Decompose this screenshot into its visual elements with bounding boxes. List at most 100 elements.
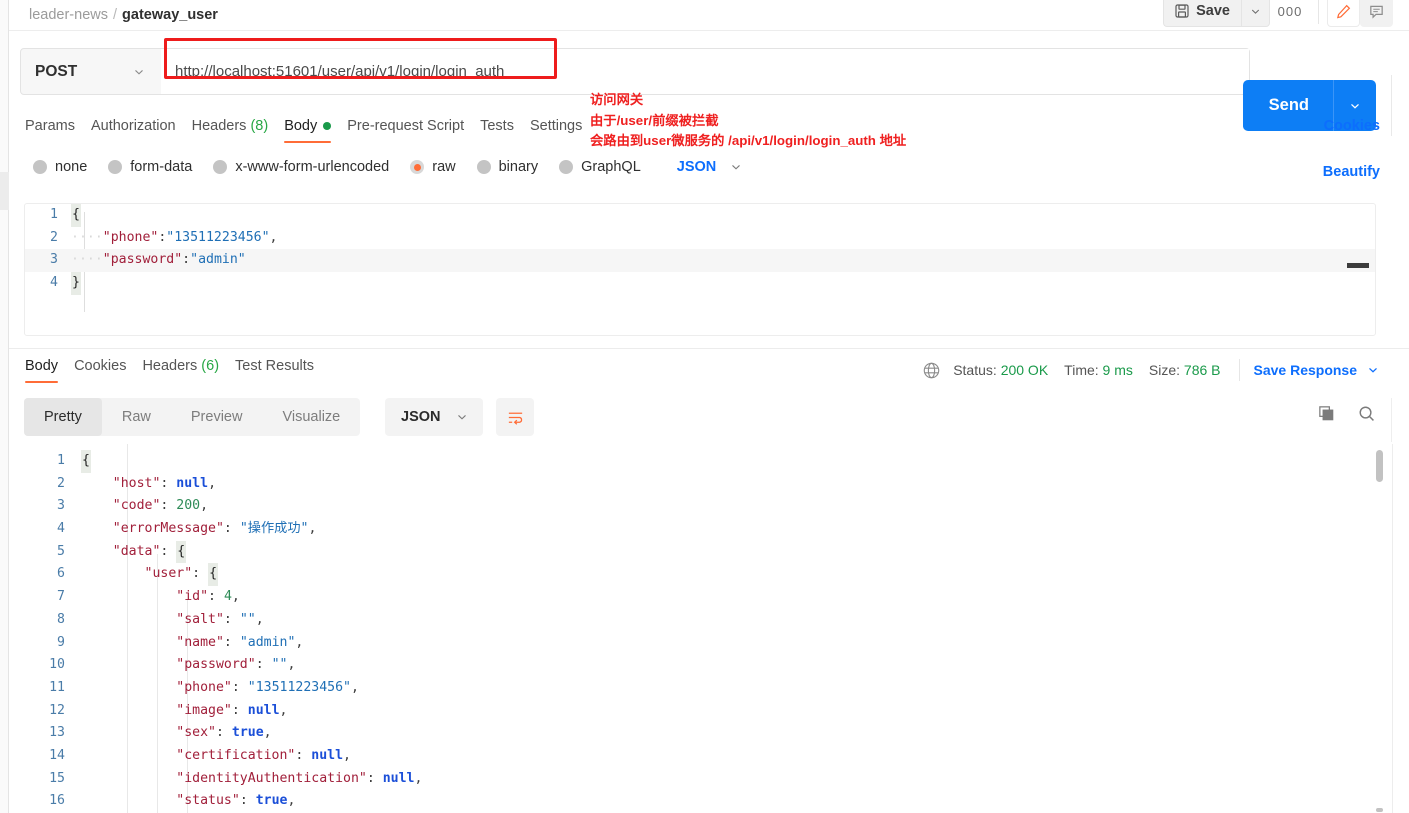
code-line: 2 ····"phone":"13511223456", (25, 227, 1375, 250)
line-text: ····"password":"admin" (71, 252, 246, 268)
response-tab-headers[interactable]: Headers (6) (142, 352, 235, 386)
line-text: "code": 200, (112, 498, 209, 514)
code-line: 13 "sex": true, (9, 722, 422, 745)
line-text: "name": "admin", (176, 634, 304, 650)
word-wrap-button[interactable] (496, 398, 534, 436)
radio-graphql[interactable]: GraphQL (559, 159, 641, 175)
breadcrumb-current[interactable]: gateway_user (122, 7, 218, 23)
view-mode-pretty[interactable]: Pretty (24, 398, 102, 436)
line-number: 2 (57, 475, 65, 491)
url-input[interactable]: http://localhost:51601/user/api/v1/login… (161, 49, 1249, 94)
save-button[interactable]: Save (1163, 0, 1241, 27)
chevron-down-icon (132, 65, 146, 79)
radio-form-data[interactable]: form-data (108, 159, 192, 175)
radio-raw[interactable]: raw (410, 159, 456, 175)
tab-label: Settings (529, 118, 583, 134)
radio-dot-icon (559, 160, 574, 174)
request-body-editor[interactable]: 1 { 2 ····"phone":"13511223456", 3 ····"… (24, 203, 1376, 336)
line-text: "id": 4, (176, 589, 240, 605)
code-line: 9 "name": "admin", (9, 632, 422, 655)
collapsed-sidebar[interactable] (0, 0, 9, 813)
response-tab-body[interactable]: Body (25, 352, 74, 386)
radio-dot-icon (410, 160, 425, 174)
line-text: { (71, 204, 81, 227)
request-editor-scrollbar[interactable] (1347, 263, 1369, 268)
line-number: 16 (49, 793, 65, 809)
tab-label: Body (284, 118, 318, 134)
save-response-button[interactable]: Save Response (1254, 362, 1381, 378)
line-text: "status": true, (176, 793, 296, 809)
search-icon[interactable] (1357, 404, 1376, 423)
line-number: 3 (57, 498, 65, 514)
tab-body[interactable]: Body (284, 112, 347, 146)
tab-label: Tests (480, 118, 514, 134)
line-number: 11 (49, 679, 65, 695)
code-line: 15 "identityAuthentication": null, (9, 768, 422, 791)
status-value: 200 OK (1000, 362, 1049, 378)
response-scrollbar-thumb[interactable] (1376, 450, 1383, 482)
tab-params[interactable]: Params (25, 112, 91, 146)
line-text: "certification": null, (176, 747, 351, 763)
response-tab-cookies[interactable]: Cookies (74, 352, 142, 386)
line-number: 8 (57, 611, 65, 627)
code-line: 6 "user": { (9, 563, 422, 587)
code-line: 1 { (25, 204, 1375, 227)
view-mode-visualize[interactable]: Visualize (262, 398, 360, 436)
response-scrollbar-bottom[interactable] (1376, 808, 1383, 812)
save-options-button[interactable] (1241, 0, 1270, 27)
response-meta: Status: 200 OK Time: 9 ms Size: 786 B Sa… (922, 359, 1380, 381)
tab-settings[interactable]: Settings (530, 112, 598, 146)
code-line: 12 "image": null, (9, 700, 422, 723)
time-metric: Time: 9 ms (1064, 362, 1133, 378)
chevron-down-icon (1249, 5, 1262, 18)
cookies-link[interactable]: Cookies (1324, 118, 1380, 134)
body-type-radios: none form-data x-www-form-urlencoded raw… (33, 159, 743, 175)
tab-authorization[interactable]: Authorization (91, 112, 192, 146)
tab-pre-request-script[interactable]: Pre-request Script (347, 112, 480, 146)
response-format-select[interactable]: JSON (385, 398, 483, 436)
tab-headers[interactable]: Headers (8) (192, 112, 285, 146)
body-type-row: none form-data x-www-form-urlencoded raw… (9, 159, 1409, 191)
code-line: 11 "phone": "13511223456", (9, 677, 422, 700)
line-number: 6 (57, 566, 65, 582)
code-line: 4 "errorMessage": "操作成功", (9, 518, 422, 541)
copy-icon[interactable] (1317, 404, 1336, 423)
line-number: 4 (50, 275, 58, 291)
view-mode-preview[interactable]: Preview (171, 398, 263, 436)
edit-button[interactable] (1327, 0, 1360, 27)
response-view-modes: Pretty Raw Preview Visualize (24, 398, 361, 436)
code-line: 7 "id": 4, (9, 586, 422, 609)
response-body-viewer[interactable]: 1{ 2 "host": null, 3 "code": 200, 4 "err… (9, 444, 1409, 813)
response-tab-test-results[interactable]: Test Results (235, 352, 330, 386)
view-mode-raw[interactable]: Raw (102, 398, 171, 436)
breadcrumb-bar: leader-news / gateway_user Save 000 (9, 0, 1409, 31)
radio-x-www-form-urlencoded[interactable]: x-www-form-urlencoded (213, 159, 389, 175)
line-number: 2 (50, 229, 58, 245)
request-format-label: JSON (676, 159, 717, 175)
beautify-link[interactable]: Beautify (1323, 164, 1380, 180)
response-divider (9, 348, 1409, 349)
http-method-select[interactable]: POST (21, 49, 159, 94)
comments-button[interactable] (1360, 0, 1393, 27)
response-right-divider (1392, 444, 1393, 813)
more-actions-button[interactable]: 000 (1270, 0, 1310, 27)
header-actions: Save 000 (1163, 0, 1393, 32)
sidebar-expand-handle[interactable] (0, 172, 9, 210)
radio-dot-icon (476, 160, 491, 174)
radio-binary[interactable]: binary (476, 159, 538, 175)
line-text: ····"phone":"13511223456", (71, 229, 278, 245)
chevron-down-icon (1348, 99, 1362, 113)
line-number: 14 (49, 747, 65, 763)
pencil-icon (1335, 3, 1352, 20)
request-format-select[interactable]: JSON (677, 159, 744, 175)
save-button-label: Save (1196, 3, 1230, 19)
line-text: "image": null, (176, 702, 288, 718)
radio-none[interactable]: none (33, 159, 87, 175)
line-text: "errorMessage": "操作成功", (112, 521, 317, 537)
radio-label: GraphQL (581, 159, 641, 175)
annotation-line-1: 访问网关 (590, 92, 644, 107)
breadcrumb-collection[interactable]: leader-news (29, 7, 108, 23)
word-wrap-icon (506, 408, 525, 427)
line-text: "password": "", (176, 657, 296, 673)
tab-tests[interactable]: Tests (480, 112, 530, 146)
